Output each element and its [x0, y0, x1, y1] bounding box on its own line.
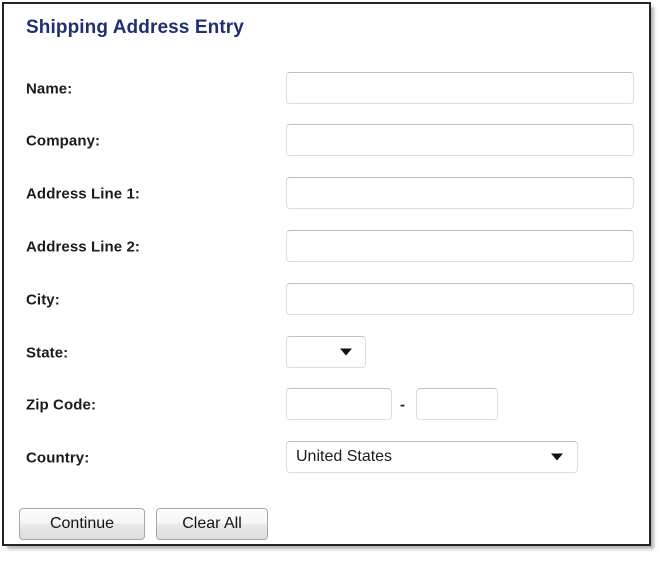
- form-row-city: City:: [4, 283, 649, 317]
- address-line-1-label: Address Line 1:: [26, 185, 141, 203]
- form-row-state: State:: [4, 336, 649, 370]
- country-select[interactable]: United States: [286, 441, 578, 473]
- form-row-country: Country: United States: [4, 441, 649, 475]
- form-row-company: Company:: [4, 124, 649, 158]
- chevron-down-icon: [551, 453, 563, 461]
- zip-separator: -: [400, 396, 405, 414]
- name-input[interactable]: [286, 72, 634, 104]
- zip-code-input[interactable]: [286, 388, 392, 420]
- name-label: Name:: [26, 80, 73, 98]
- country-select-value: United States: [296, 448, 393, 465]
- zip-code-label: Zip Code:: [26, 396, 97, 414]
- chevron-down-icon: [340, 348, 352, 356]
- address-line-1-input[interactable]: [286, 177, 634, 209]
- form-row-address-line-1: Address Line 1:: [4, 177, 649, 211]
- state-select[interactable]: [286, 336, 366, 368]
- company-input[interactable]: [286, 124, 634, 156]
- company-label: Company:: [26, 132, 101, 150]
- city-label: City:: [26, 291, 60, 309]
- address-line-2-label: Address Line 2:: [26, 238, 141, 256]
- continue-button[interactable]: Continue: [19, 508, 145, 540]
- page-title: Shipping Address Entry: [26, 17, 244, 38]
- shipping-address-form-panel: Shipping Address Entry Name: Company: Ad…: [2, 2, 651, 546]
- city-input[interactable]: [286, 283, 634, 315]
- state-label: State:: [26, 344, 69, 362]
- address-line-2-input[interactable]: [286, 230, 634, 262]
- form-row-address-line-2: Address Line 2:: [4, 230, 649, 264]
- country-label: Country:: [26, 449, 90, 467]
- form-row-zip-code: Zip Code: -: [4, 388, 649, 422]
- button-bar: Continue Clear All: [4, 508, 649, 544]
- zip-code-extension-input[interactable]: [416, 388, 498, 420]
- clear-all-button[interactable]: Clear All: [156, 508, 268, 540]
- form-row-name: Name:: [4, 72, 649, 106]
